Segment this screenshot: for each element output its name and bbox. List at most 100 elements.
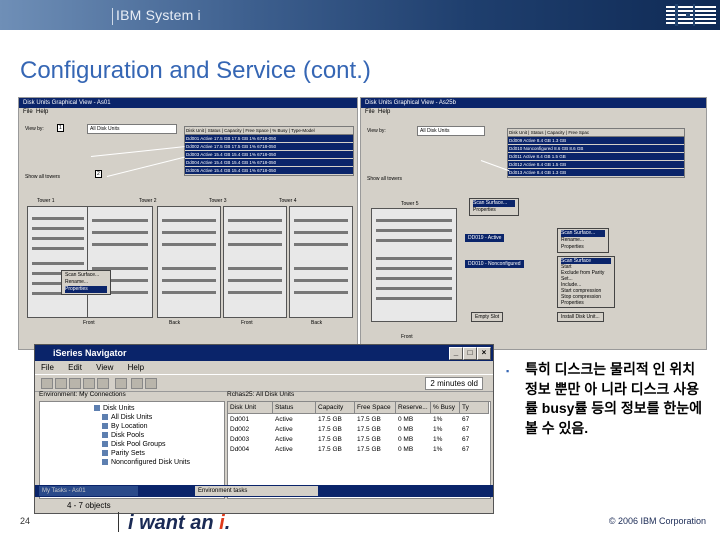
grid-row[interactable]: Dd003 Active 15.4 GB 15.4 GB 1% 6718-050	[185, 151, 353, 159]
brand-divider	[112, 8, 113, 25]
right-window-title: Disk Units Graphical View - As25b	[361, 98, 706, 108]
grid-row[interactable]: Dd001 Active 17.5 GB 17.5 GB 1% 6718-050	[185, 135, 353, 143]
disk-units-window-left: Disk Units Graphical View - As01 File He…	[18, 97, 358, 350]
column-header[interactable]: Free Space	[355, 402, 396, 414]
cut-icon[interactable]	[69, 378, 81, 389]
tree-item[interactable]: Disk Pool Groups	[102, 440, 165, 449]
show-all-towers-checkbox[interactable]: Show all towers	[25, 174, 60, 180]
right-context-menu-b: Scan Surface... Rename... Properties	[557, 228, 609, 253]
maximize-icon[interactable]: □	[463, 347, 477, 360]
minimize-icon[interactable]: _	[449, 347, 463, 360]
grid-row[interactable]: Dd012 Active 8.4 GB 1.5 GB	[508, 161, 684, 169]
menu-item[interactable]: Scan Surface...	[561, 230, 605, 237]
view-by-select[interactable]: All Disk Units	[87, 124, 177, 134]
copy-icon[interactable]	[55, 378, 67, 389]
properties-icon[interactable]	[115, 378, 127, 389]
cell: 1%	[433, 446, 443, 453]
callout-nonconfigured: DD010 - Nonconfigured	[465, 260, 524, 268]
grid-row[interactable]: Dd009 Active 8.4 GB 1.3 GB	[508, 137, 684, 145]
right-context-menu-a: Scan Surface... Properties	[469, 198, 519, 216]
tower-1-back[interactable]	[87, 206, 153, 318]
menu-item[interactable]: Exclude from Parity Set...	[561, 270, 611, 282]
menu-item[interactable]: Scan Surface...	[65, 272, 107, 279]
grid-row[interactable]: Dd005 Active 15.4 GB 15.4 GB 1% 6718-050	[185, 167, 353, 175]
menu-item[interactable]: Rename...	[561, 237, 605, 244]
grid-row[interactable]: Dd011 Active 8.4 GB 1.5 GB	[508, 153, 684, 161]
bullet-text: 특히 디스크는 물리적 인 위치 정보 뿐만 아 니라 디스크 사용률 busy…	[525, 361, 703, 436]
show-all-towers-checkbox[interactable]: Show all towers	[367, 176, 402, 182]
menu-help[interactable]: Help	[128, 363, 144, 372]
view-by-label: View by:	[367, 128, 386, 134]
column-header[interactable]: Disk Unit	[228, 402, 273, 414]
menu-item[interactable]: Properties	[473, 207, 515, 214]
taskbar-item[interactable]: Environment tasks	[195, 486, 318, 496]
tree-item[interactable]: Disk Units	[94, 404, 135, 413]
cell: 17.5 GB	[357, 416, 381, 423]
menu-edit[interactable]: Edit	[68, 363, 82, 372]
navigator-menu: File Edit View Help	[35, 361, 493, 374]
column-header[interactable]: Status	[273, 402, 316, 414]
menu-file[interactable]: File	[365, 109, 375, 115]
grid-row[interactable]: Dd002 Active 17.5 GB 17.5 GB 1% 6718-050	[185, 143, 353, 151]
tree-item[interactable]: Disk Pools	[102, 431, 144, 440]
cell: 17.5 GB	[318, 446, 342, 453]
grid-row[interactable]: Dd010 Nonconfigured 8.6 GB 8.6 GB	[508, 145, 684, 153]
grid-header: Disk Unit | Status | Capacity | Free Spa…	[185, 127, 353, 135]
menu-help[interactable]: Help	[36, 109, 48, 115]
menu-item[interactable]: Properties	[65, 286, 107, 293]
grid-row[interactable]: Dd004 Active 15.4 GB 15.4 GB 1% 6718-050	[185, 159, 353, 167]
menu-file[interactable]: File	[41, 363, 54, 372]
slide-title: Configuration and Service (cont.)	[20, 57, 371, 84]
menu-item[interactable]: Properties	[561, 244, 605, 251]
open-icon[interactable]	[41, 378, 53, 389]
stop-icon[interactable]	[145, 378, 157, 389]
tower-1[interactable]	[27, 206, 89, 318]
cell: Active	[275, 416, 293, 423]
delete-icon[interactable]	[97, 378, 109, 389]
menu-item[interactable]: Rename...	[65, 279, 107, 286]
menu-file[interactable]: File	[23, 109, 33, 115]
cell: Active	[275, 446, 293, 453]
menu-item[interactable]: Scan Surface...	[473, 200, 515, 207]
menu-help[interactable]: Help	[378, 109, 390, 115]
tree-item[interactable]: All Disk Units	[102, 413, 152, 422]
marker-2: 2	[95, 170, 102, 178]
column-header[interactable]: Capacity	[316, 402, 355, 414]
tower-3[interactable]	[223, 206, 287, 318]
tower-label: Tower 3	[209, 198, 227, 204]
column-header[interactable]: % Busy	[431, 402, 460, 414]
tree-item[interactable]: By Location	[102, 422, 148, 431]
cell[interactable]: Dd003	[228, 435, 272, 445]
column-header[interactable]: Reserve...	[396, 402, 431, 414]
cell: 67	[462, 436, 470, 443]
environment-label: Environment: My Connections	[39, 391, 126, 398]
back-label: Back	[311, 320, 323, 326]
install-disk-unit-button[interactable]: Install Disk Unit...	[557, 312, 604, 322]
menu-item[interactable]: Properties	[561, 300, 611, 306]
left-disk-grid: Disk Unit | Status | Capacity | Free Spa…	[184, 126, 354, 176]
tower-2[interactable]	[157, 206, 221, 318]
paste-icon[interactable]	[83, 378, 95, 389]
right-window-menu: File Help	[361, 108, 706, 117]
cell[interactable]: Dd002	[228, 425, 272, 435]
cell: 67	[462, 446, 470, 453]
cell[interactable]: Dd001	[228, 415, 272, 425]
close-icon[interactable]: ×	[477, 347, 491, 360]
arrow	[106, 156, 185, 177]
menu-view[interactable]: View	[96, 363, 113, 372]
column-header[interactable]: Ty	[460, 402, 489, 414]
header-bar: IBM System i	[0, 0, 720, 30]
cell: 17.5 GB	[318, 416, 342, 423]
tree-item[interactable]: Parity Sets	[102, 449, 145, 458]
tower-4[interactable]	[289, 206, 353, 318]
cell: 67	[462, 426, 470, 433]
view-by-select[interactable]: All Disk Units	[417, 126, 485, 136]
cell[interactable]: Dd004	[228, 445, 272, 455]
cell: 17.5 GB	[318, 436, 342, 443]
cell: 17.5 GB	[357, 426, 381, 433]
tower-5[interactable]	[371, 208, 457, 322]
tree-item[interactable]: Nonconfigured Disk Units	[102, 458, 190, 467]
refresh-icon[interactable]	[131, 378, 143, 389]
taskbar-item[interactable]: My Tasks - As01	[39, 486, 138, 496]
grid-row[interactable]: Dd013 Active 8.4 GB 1.3 GB	[508, 169, 684, 177]
